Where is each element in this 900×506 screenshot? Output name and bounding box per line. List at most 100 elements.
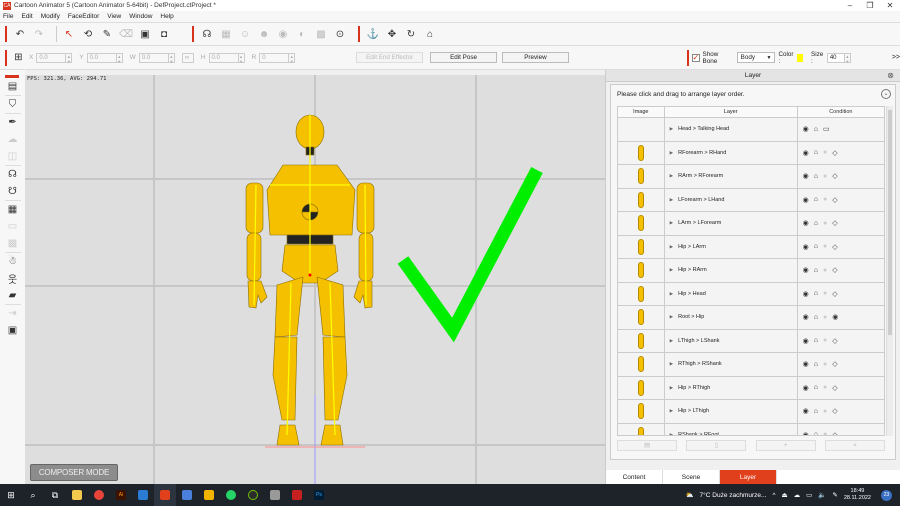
menu-file[interactable]: File [3, 13, 13, 20]
expand-arrow-icon[interactable]: ▶ [670, 314, 673, 320]
dot-icon[interactable]: ● [823, 267, 827, 274]
whatsapp-icon[interactable] [220, 484, 242, 506]
export-icon[interactable]: ⇥ [0, 305, 25, 322]
character-torso[interactable] [266, 164, 356, 236]
expand-arrow-icon[interactable]: ▶ [670, 173, 673, 179]
lock-icon[interactable]: ⌂ [814, 196, 818, 203]
lock-icon[interactable]: ⌂ [814, 173, 818, 180]
layer-row[interactable]: ▶ Hip > LArm ◉ ⌂ ● ◇ [618, 235, 884, 259]
left-shank[interactable] [322, 336, 348, 421]
add-layer-button[interactable]: + [755, 440, 816, 451]
lock-icon[interactable]: ⌂ [814, 361, 818, 368]
save-layer-button[interactable]: ▤ [617, 440, 677, 451]
visibility-icon[interactable]: ◉ [803, 384, 809, 392]
diamond-icon[interactable]: ◇ [832, 266, 837, 274]
head-rotate-icon[interactable]: ⊙ [333, 27, 347, 41]
layer-row[interactable]: ▶ RForearm > RHand ◉ ⌂ ● ◇ [618, 141, 884, 165]
right-thigh[interactable] [274, 276, 304, 338]
anchor-icon[interactable]: ⚓ [366, 27, 380, 41]
pivot-grid-icon[interactable]: ⊞ [13, 51, 24, 65]
grid-keys-icon[interactable]: ▦ [0, 201, 25, 218]
ipad-app-icon[interactable] [264, 484, 286, 506]
visibility-icon[interactable]: ◉ [803, 337, 809, 345]
dropdown-box-icon[interactable]: ▣ [138, 27, 152, 41]
expand-arrow-icon[interactable]: ▶ [670, 338, 673, 344]
lock-icon[interactable]: ⌂ [814, 149, 818, 156]
mask-icon[interactable]: ◫ [0, 148, 25, 165]
start-button[interactable]: ⊞ [0, 484, 22, 506]
face-icon[interactable]: ☺ [238, 27, 252, 41]
expand-arrow-icon[interactable]: ▶ [670, 244, 673, 250]
search-icon[interactable]: ⌕ [22, 484, 44, 506]
cartoon-animator-taskbar-icon[interactable] [154, 484, 176, 506]
pen-tray-icon[interactable]: ✎ [832, 491, 837, 499]
visibility-icon[interactable]: ◉ [832, 313, 838, 321]
expand-arrow-icon[interactable]: ▶ [670, 267, 673, 273]
blue-app-icon[interactable] [132, 484, 154, 506]
face-grid-icon[interactable]: ▩ [314, 27, 328, 41]
diamond-icon[interactable]: ◇ [832, 196, 837, 204]
layer-row[interactable]: ▶ Root > Hip ◉ ⌂ ● ◉ [618, 306, 884, 330]
lock-icon[interactable]: ⌂ [814, 337, 818, 344]
pixel-icon[interactable]: ▩ [0, 235, 25, 252]
diamond-icon[interactable]: ◇ [832, 337, 837, 345]
close-button[interactable]: ✕ [880, 0, 900, 11]
face-settings-icon[interactable]: ☻ [257, 27, 271, 41]
tray-chevron-icon[interactable]: ^ [772, 492, 775, 499]
more-button[interactable]: >> [892, 54, 900, 61]
volume-icon[interactable]: 🔈 [818, 491, 826, 499]
diamond-icon[interactable]: ◇ [832, 172, 837, 180]
visibility-icon[interactable]: ◉ [803, 125, 809, 133]
menu-edit[interactable]: Edit [21, 13, 32, 20]
visibility-icon[interactable]: ◉ [803, 172, 809, 180]
visibility-icon[interactable]: ◉ [803, 196, 809, 204]
notification-badge[interactable]: 23 [881, 489, 892, 501]
scrollbar-thumb[interactable] [888, 110, 892, 335]
h-field[interactable]: H 0.0 ▲ ▼ [201, 52, 245, 64]
undo-icon[interactable]: ↶ [13, 27, 27, 41]
dot-icon[interactable]: ● [823, 337, 827, 344]
visibility-icon[interactable]: ◉ [803, 219, 809, 227]
visibility-icon[interactable]: ◉ [803, 360, 809, 368]
bone-color-swatch[interactable] [796, 53, 804, 62]
bone-puppet-icon[interactable]: ☃ [0, 253, 25, 270]
usb-icon[interactable]: ⏏ [782, 491, 788, 499]
file-explorer-icon[interactable] [66, 484, 88, 506]
dot-icon[interactable]: ● [823, 431, 827, 435]
rotate-icon[interactable]: ↻ [404, 27, 418, 41]
expand-arrow-icon[interactable]: ▶ [670, 291, 673, 297]
weather-text[interactable]: 7°C Duże zachmurze... [700, 492, 767, 499]
lock-icon[interactable]: ⌂ [814, 408, 818, 415]
expand-arrow-icon[interactable]: ▶ [670, 220, 673, 226]
right-foot[interactable] [276, 424, 300, 446]
select-arrow-icon[interactable]: ↖ [62, 27, 76, 41]
visibility-icon[interactable]: ◉ [803, 431, 809, 435]
lock-icon[interactable]: ⌂ [814, 267, 818, 274]
network-icon[interactable]: ▭ [806, 491, 812, 499]
lock-icon[interactable]: ⌂ [814, 126, 818, 133]
character-icon[interactable]: 웃 [0, 270, 25, 287]
expand-arrow-icon[interactable]: ▶ [670, 385, 673, 391]
ruler-icon[interactable]: ▰ [0, 287, 25, 304]
preview-button[interactable]: Preview [502, 52, 569, 63]
tab-scene[interactable]: Scene [663, 470, 720, 484]
collapse-icon[interactable]: ⌄ [881, 89, 891, 99]
lock-icon[interactable]: ⌂ [814, 314, 818, 321]
expand-arrow-icon[interactable]: ▶ [670, 432, 673, 435]
y-field[interactable]: Y 0.0 ▲ ▼ [79, 52, 123, 64]
task-view-icon[interactable]: ⧉ [44, 484, 66, 506]
dot-icon[interactable]: ● [823, 173, 827, 180]
diamond-icon[interactable]: ◇ [832, 384, 837, 392]
head-dummy-icon[interactable]: ☊ [0, 166, 25, 183]
clock[interactable]: 18:49 28.11.2022 [844, 488, 871, 502]
yellow-app-icon[interactable] [198, 484, 220, 506]
menu-modify[interactable]: Modify [41, 13, 60, 20]
tab-layer[interactable]: Layer [720, 470, 777, 484]
bone-select-dropdown[interactable]: Body ▼ [736, 52, 776, 63]
expand-arrow-icon[interactable]: ▶ [670, 197, 673, 203]
lock-icon[interactable]: ⌂ [814, 431, 818, 435]
layer-row[interactable]: ▶ LForearm > LHand ◉ ⌂ ● ◇ [618, 188, 884, 212]
diamond-icon[interactable]: ◇ [832, 243, 837, 251]
composer-mode-button[interactable]: COMPOSER MODE [30, 464, 118, 481]
layer-order-icon[interactable]: ▣ [0, 322, 25, 339]
